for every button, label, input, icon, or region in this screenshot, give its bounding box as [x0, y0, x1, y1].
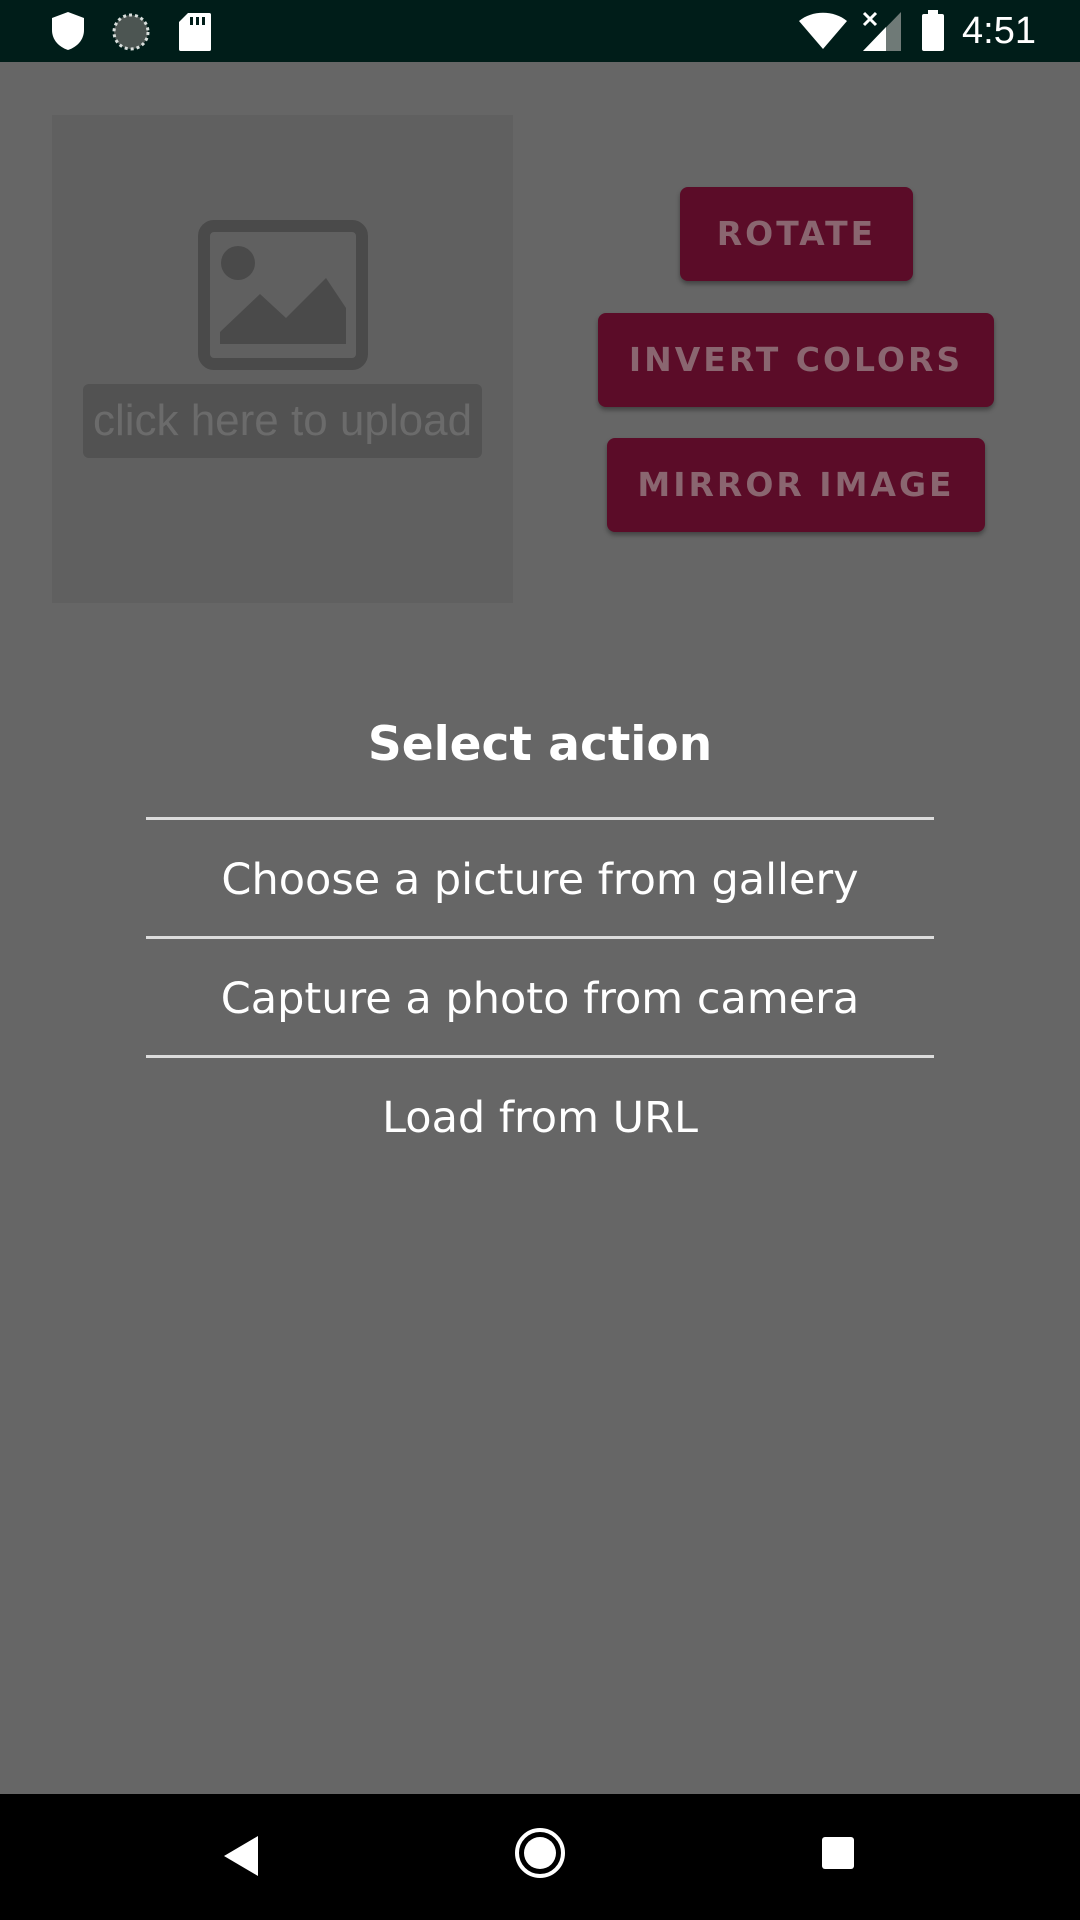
divider: [146, 817, 934, 820]
back-icon[interactable]: [222, 1834, 260, 1878]
image-upload-area[interactable]: click here to upload: [52, 115, 513, 603]
option-camera[interactable]: Capture a photo from camera: [146, 941, 934, 1057]
wifi-icon: [799, 12, 847, 49]
sync-icon: [112, 13, 150, 51]
image-placeholder-icon: [198, 220, 368, 370]
home-icon[interactable]: [514, 1827, 566, 1879]
rotate-button[interactable]: ROTATE: [680, 187, 913, 281]
app-screen: 4:51 click here to upload ROTATE INVERT …: [0, 0, 1080, 1920]
dialog-title: Select action: [367, 717, 713, 772]
divider: [146, 936, 934, 939]
status-bar: 4:51: [0, 0, 1080, 62]
battery-icon: [922, 10, 944, 51]
option-gallery[interactable]: Choose a picture from gallery: [146, 822, 934, 938]
shield-icon: [52, 12, 84, 50]
option-load-url[interactable]: Load from URL: [146, 1060, 934, 1176]
mirror-image-button[interactable]: MIRROR IMAGE: [607, 438, 985, 532]
divider: [146, 1055, 934, 1058]
upload-label: click here to upload: [83, 384, 482, 458]
recents-icon[interactable]: [821, 1836, 855, 1870]
sd-card-icon: [179, 13, 211, 51]
navigation-bar: [0, 1794, 1080, 1920]
invert-colors-button[interactable]: INVERT COLORS: [598, 313, 994, 407]
status-time: 4:51: [962, 10, 1036, 52]
signal-off-icon: [862, 11, 901, 51]
